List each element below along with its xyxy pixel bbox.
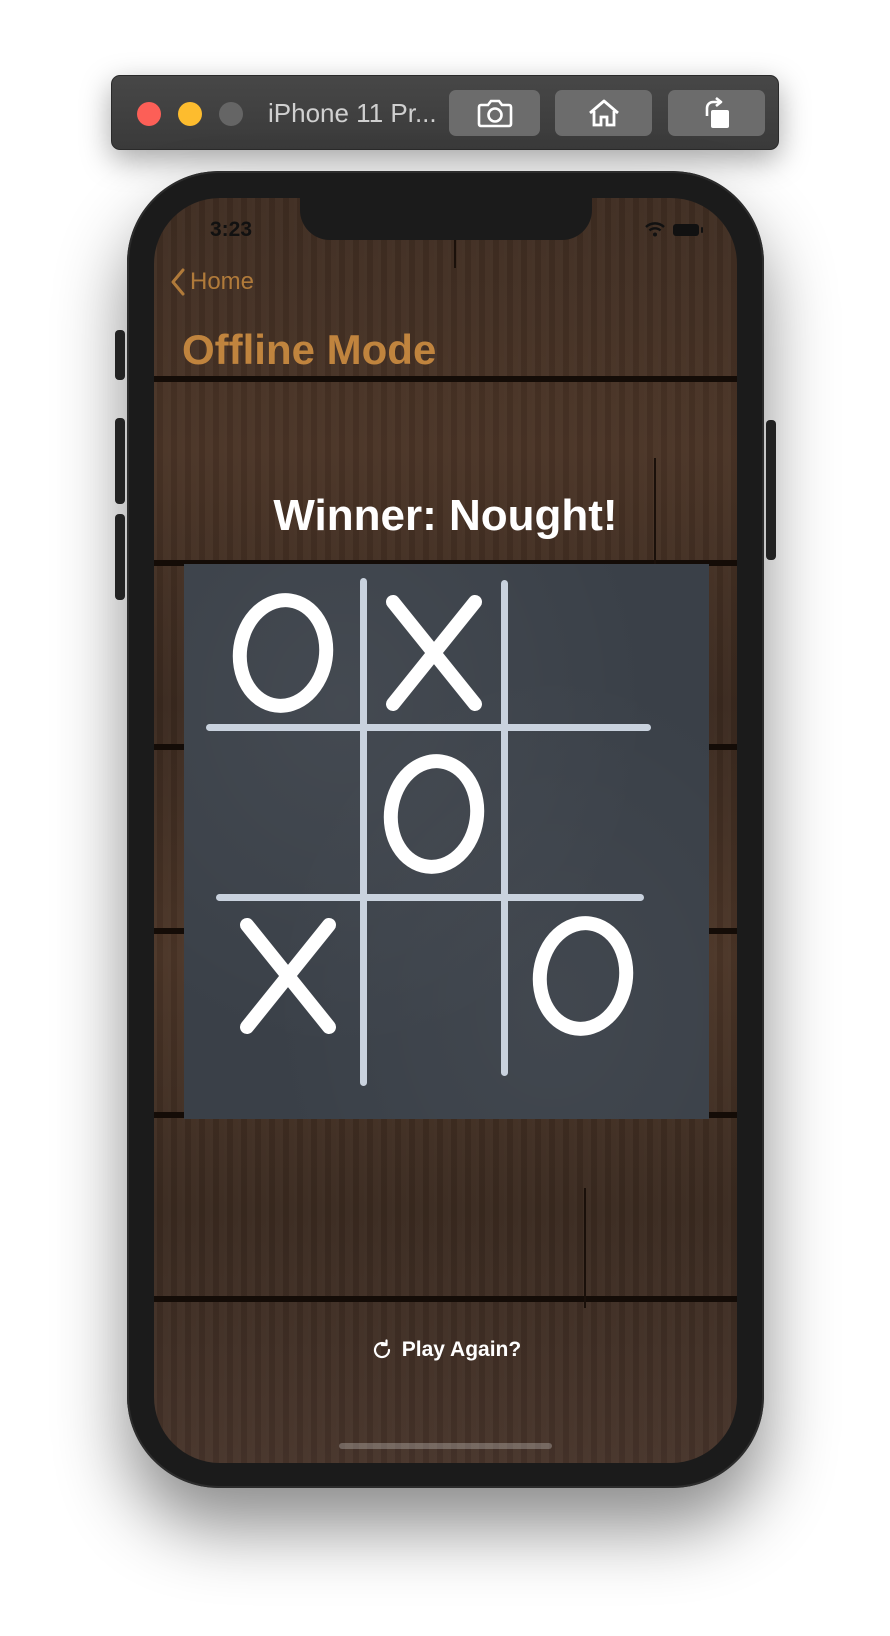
home-button[interactable] — [555, 90, 652, 136]
board-cell-0-2[interactable] — [508, 582, 658, 724]
volume-up-button — [115, 418, 125, 504]
board-cell-2-0[interactable] — [216, 901, 360, 1051]
nought-mark — [383, 754, 485, 874]
board-cell-1-2[interactable] — [508, 731, 658, 894]
play-again-label: Play Again? — [401, 1338, 522, 1361]
page-title: Offline Mode — [182, 326, 437, 373]
back-label: Home — [190, 268, 255, 295]
nought-mark — [532, 916, 634, 1036]
power-button — [766, 420, 776, 560]
board-cell-2-1[interactable] — [367, 901, 501, 1051]
plank-seam — [584, 1188, 586, 1308]
simulator-toolbar: iPhone 11 Pr... — [111, 75, 779, 150]
board-cell-0-1[interactable] — [367, 582, 501, 724]
rotate-icon — [705, 96, 729, 128]
status-icons — [645, 222, 703, 237]
cross-mark — [240, 918, 336, 1034]
wifi-icon — [645, 222, 665, 237]
notch — [300, 198, 592, 240]
zoom-window-button[interactable] — [219, 102, 243, 126]
board-cell-1-0[interactable] — [206, 731, 360, 894]
play-again-button[interactable]: Play Again? — [154, 1338, 737, 1362]
home-icon — [588, 99, 619, 127]
refresh-icon — [373, 1339, 390, 1359]
close-window-button[interactable] — [137, 102, 161, 126]
grid-line-vertical-2 — [501, 580, 508, 1076]
mute-switch — [115, 330, 125, 380]
grid-line-horizontal-1 — [206, 724, 651, 731]
home-indicator — [339, 1443, 552, 1449]
board-cell-2-2[interactable] — [508, 901, 658, 1051]
chevron-left-icon — [171, 268, 185, 296]
cross-mark — [386, 595, 482, 711]
volume-down-button — [115, 514, 125, 600]
board-cell-0-0[interactable] — [206, 582, 360, 724]
battery-icon — [673, 223, 703, 236]
board-cell-1-1[interactable] — [367, 734, 501, 894]
screenshot-button[interactable] — [449, 90, 540, 136]
minimize-window-button[interactable] — [178, 102, 202, 126]
nought-mark — [232, 593, 334, 713]
grid-line-horizontal-2 — [216, 894, 644, 901]
game-board — [184, 564, 709, 1119]
screen: 3:23 Home Offline Mode Winner: Nought! P… — [154, 198, 737, 1463]
winner-label: Winner: Nought! — [273, 491, 618, 540]
status-time: 3:23 — [210, 218, 253, 241]
simulator-title: iPhone 11 Pr... — [268, 98, 437, 128]
back-button[interactable]: Home — [170, 268, 254, 296]
grid-line-vertical-1 — [360, 578, 367, 1086]
camera-icon — [477, 99, 512, 128]
rotate-button[interactable] — [668, 90, 765, 136]
